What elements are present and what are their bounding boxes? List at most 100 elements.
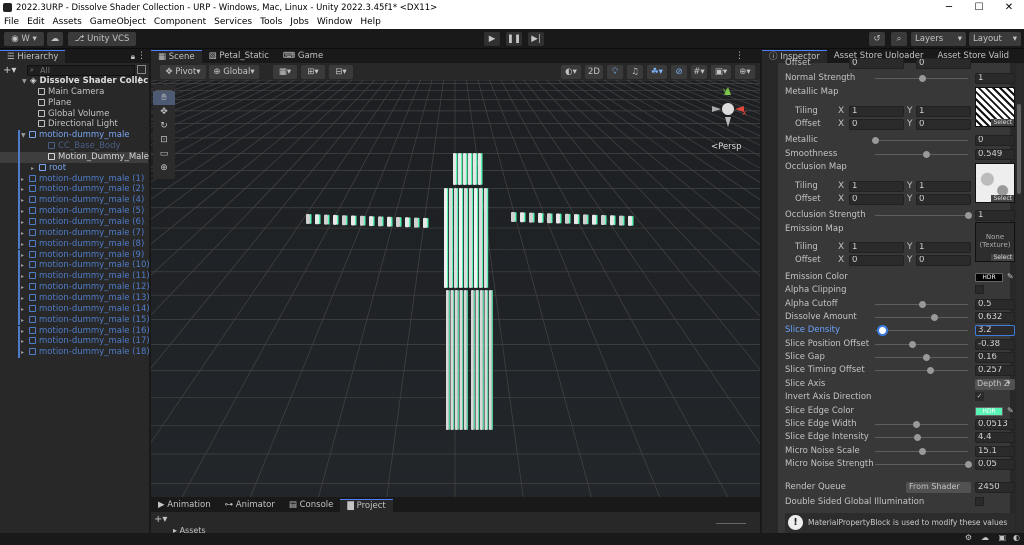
camera-settings-icon[interactable]: ▣▾	[711, 65, 731, 79]
hierarchy-item[interactable]: ▸ motion-dummy_male (12)	[0, 282, 150, 293]
hierarchy-item[interactable]: ▸ motion-dummy_male (13)	[0, 292, 150, 304]
value-field[interactable]: -0.38	[975, 339, 1015, 350]
offset-y-field[interactable]: 0	[916, 255, 971, 266]
render-queue-mode-dropdown[interactable]: From Shader	[906, 482, 971, 493]
hierarchy-item[interactable]: ▼ motion-dummy_male	[0, 130, 148, 141]
tiling-x-field[interactable]: 1	[849, 242, 904, 253]
orientation-gizmo[interactable]	[698, 85, 758, 135]
account-dropdown[interactable]: ◉ W ▾	[4, 32, 44, 46]
value-field[interactable]: 4.4	[975, 432, 1015, 443]
rect-tool-icon[interactable]: ▭	[153, 147, 175, 161]
hidden-objects-icon[interactable]: ⊘	[671, 65, 687, 79]
lighting-toggle-icon[interactable]: 💡︎	[607, 65, 623, 79]
lock-icon[interactable]: 🔒︎	[131, 52, 135, 62]
tab-animation[interactable]: ▶ Animation	[151, 499, 218, 512]
cloud-icon[interactable]: ☁	[47, 32, 63, 46]
hierarchy-item[interactable]: Global Volume	[0, 109, 148, 120]
kebab-menu-icon[interactable]: ⋮	[137, 51, 146, 61]
property-slider[interactable]	[875, 354, 968, 361]
notifications-icon[interactable]: ◐	[1013, 533, 1020, 542]
tiling-x-field[interactable]: 1	[849, 181, 904, 192]
scene-root[interactable]: ▼ ◈ Dissolve Shader Collec ⋮	[0, 76, 148, 87]
icon-size-slider[interactable]	[716, 523, 746, 524]
slider-handle[interactable]	[918, 301, 926, 308]
value-field[interactable]: 0.0513	[975, 419, 1015, 430]
metallic-map-thumbnail[interactable]: Select	[975, 87, 1015, 127]
property-slider[interactable]	[875, 327, 968, 334]
hierarchy-item[interactable]: ▸ motion-dummy_male (7)	[0, 227, 148, 239]
eyedropper-icon[interactable]: ✎	[1007, 406, 1014, 415]
create-plus-button[interactable]: +▾	[154, 514, 167, 525]
hierarchy-item[interactable]: ▸ motion-dummy_male (16)	[0, 325, 150, 337]
select-texture-button[interactable]: Select	[991, 119, 1014, 126]
close-button[interactable]: ✕	[994, 0, 1024, 15]
value-field[interactable]: 0.16	[975, 352, 1015, 363]
menu-tools[interactable]: Tools	[256, 17, 286, 27]
hierarchy-item[interactable]: Plane	[0, 98, 148, 109]
menu-window[interactable]: Window	[313, 17, 357, 27]
hierarchy-item[interactable]: ▸ motion-dummy_male (15)	[0, 314, 150, 326]
occlusion-map-thumbnail[interactable]: Select	[975, 163, 1015, 203]
offset-x-field[interactable]: 0	[849, 58, 904, 69]
scene-viewport[interactable]: ✋︎ ✥ ↻ ⊡ ▭ ⊕ y x <Persp	[151, 80, 760, 497]
hierarchy-item[interactable]: ▸ motion-dummy_male (8)	[0, 238, 148, 250]
slider-handle[interactable]	[913, 434, 921, 441]
audio-toggle-icon[interactable]: ♫	[627, 65, 643, 79]
hdr-color-field[interactable]: HDR	[975, 273, 1003, 282]
hierarchy-item[interactable]: ▸ root	[0, 162, 148, 174]
property-slider[interactable]	[875, 461, 972, 468]
offset-y-field[interactable]: 0	[916, 119, 971, 130]
hdr-color-field[interactable]: HDR	[975, 407, 1003, 416]
hierarchy-item[interactable]: Motion_Dummy_Male	[0, 151, 149, 163]
transform-tool-icon[interactable]: ⊕	[153, 161, 175, 175]
hierarchy-item[interactable]: ▸ motion-dummy_male (18)	[0, 347, 150, 358]
render-queue-field[interactable]: 2450	[975, 482, 1015, 493]
rotate-tool-icon[interactable]: ↻	[153, 119, 175, 133]
grid-snap-icon[interactable]: ▦▾	[273, 65, 297, 79]
value-field[interactable]: 0.257	[975, 365, 1015, 376]
property-slider[interactable]	[875, 341, 968, 348]
tab-project[interactable]: ▇ Project	[340, 499, 393, 512]
property-slider[interactable]	[875, 314, 968, 321]
slider-handle[interactable]	[923, 151, 931, 158]
hierarchy-item[interactable]: CC_Base_Body	[0, 141, 148, 152]
menu-edit[interactable]: Edit	[23, 17, 48, 27]
effects-toggle-icon[interactable]: ☘▾	[647, 65, 667, 79]
property-slider[interactable]	[875, 367, 968, 374]
normal-strength-slider[interactable]	[875, 75, 968, 82]
gizmos-toggle-icon[interactable]: ⊕▾	[735, 65, 755, 79]
normal-strength-field[interactable]: 1	[975, 73, 1015, 84]
menu-services[interactable]: Services	[210, 17, 256, 27]
inspector-scrollbar[interactable]	[1016, 64, 1022, 534]
property-slider[interactable]	[875, 448, 968, 455]
tab-game[interactable]: ⌨ Game	[276, 50, 330, 63]
menu-component[interactable]: Component	[150, 17, 210, 27]
align-icon[interactable]: ⊟▾	[329, 65, 353, 79]
value-field[interactable]: 15.1	[975, 446, 1015, 457]
maximize-button[interactable]: ☐	[964, 0, 994, 15]
pivot-dropdown[interactable]: ✥ Pivot ▾	[160, 65, 206, 79]
persp-label[interactable]: <Persp	[711, 142, 742, 152]
menu-gameobject[interactable]: GameObject	[86, 17, 150, 27]
layers-dropdown[interactable]: Layers ▾	[911, 32, 966, 46]
hierarchy-item[interactable]: ▸ motion-dummy_male (4)	[0, 195, 148, 207]
slider-handle[interactable]	[918, 448, 926, 455]
offset-y-field[interactable]: 0	[916, 58, 971, 69]
tiling-y-field[interactable]: 1	[916, 106, 971, 117]
hierarchy-item[interactable]: ▸ motion-dummy_male (2)	[0, 184, 148, 196]
grid-toggle-icon[interactable]: #▾	[691, 65, 707, 79]
tab-animator[interactable]: ⊶ Animator	[218, 499, 282, 512]
property-slider[interactable]	[875, 301, 968, 308]
global-dropdown[interactable]: ⊕ Global ▾	[209, 65, 259, 79]
pause-button[interactable]: ❚❚	[506, 32, 522, 46]
property-slider[interactable]	[875, 421, 968, 428]
tiling-x-field[interactable]: 1	[849, 106, 904, 117]
hierarchy-item[interactable]: Directional Light	[0, 119, 148, 130]
value-field[interactable]: 0.632	[975, 312, 1015, 323]
occlusion-strength-slider[interactable]	[875, 212, 972, 219]
create-plus-button[interactable]: +▾	[3, 65, 16, 76]
double-sided-gi-checkbox[interactable]	[975, 497, 984, 506]
value-field[interactable]: 0.05	[975, 459, 1015, 470]
vcs-dropdown[interactable]: ⎇ Unity VCS	[68, 32, 136, 46]
select-texture-button[interactable]: Select	[991, 254, 1014, 261]
